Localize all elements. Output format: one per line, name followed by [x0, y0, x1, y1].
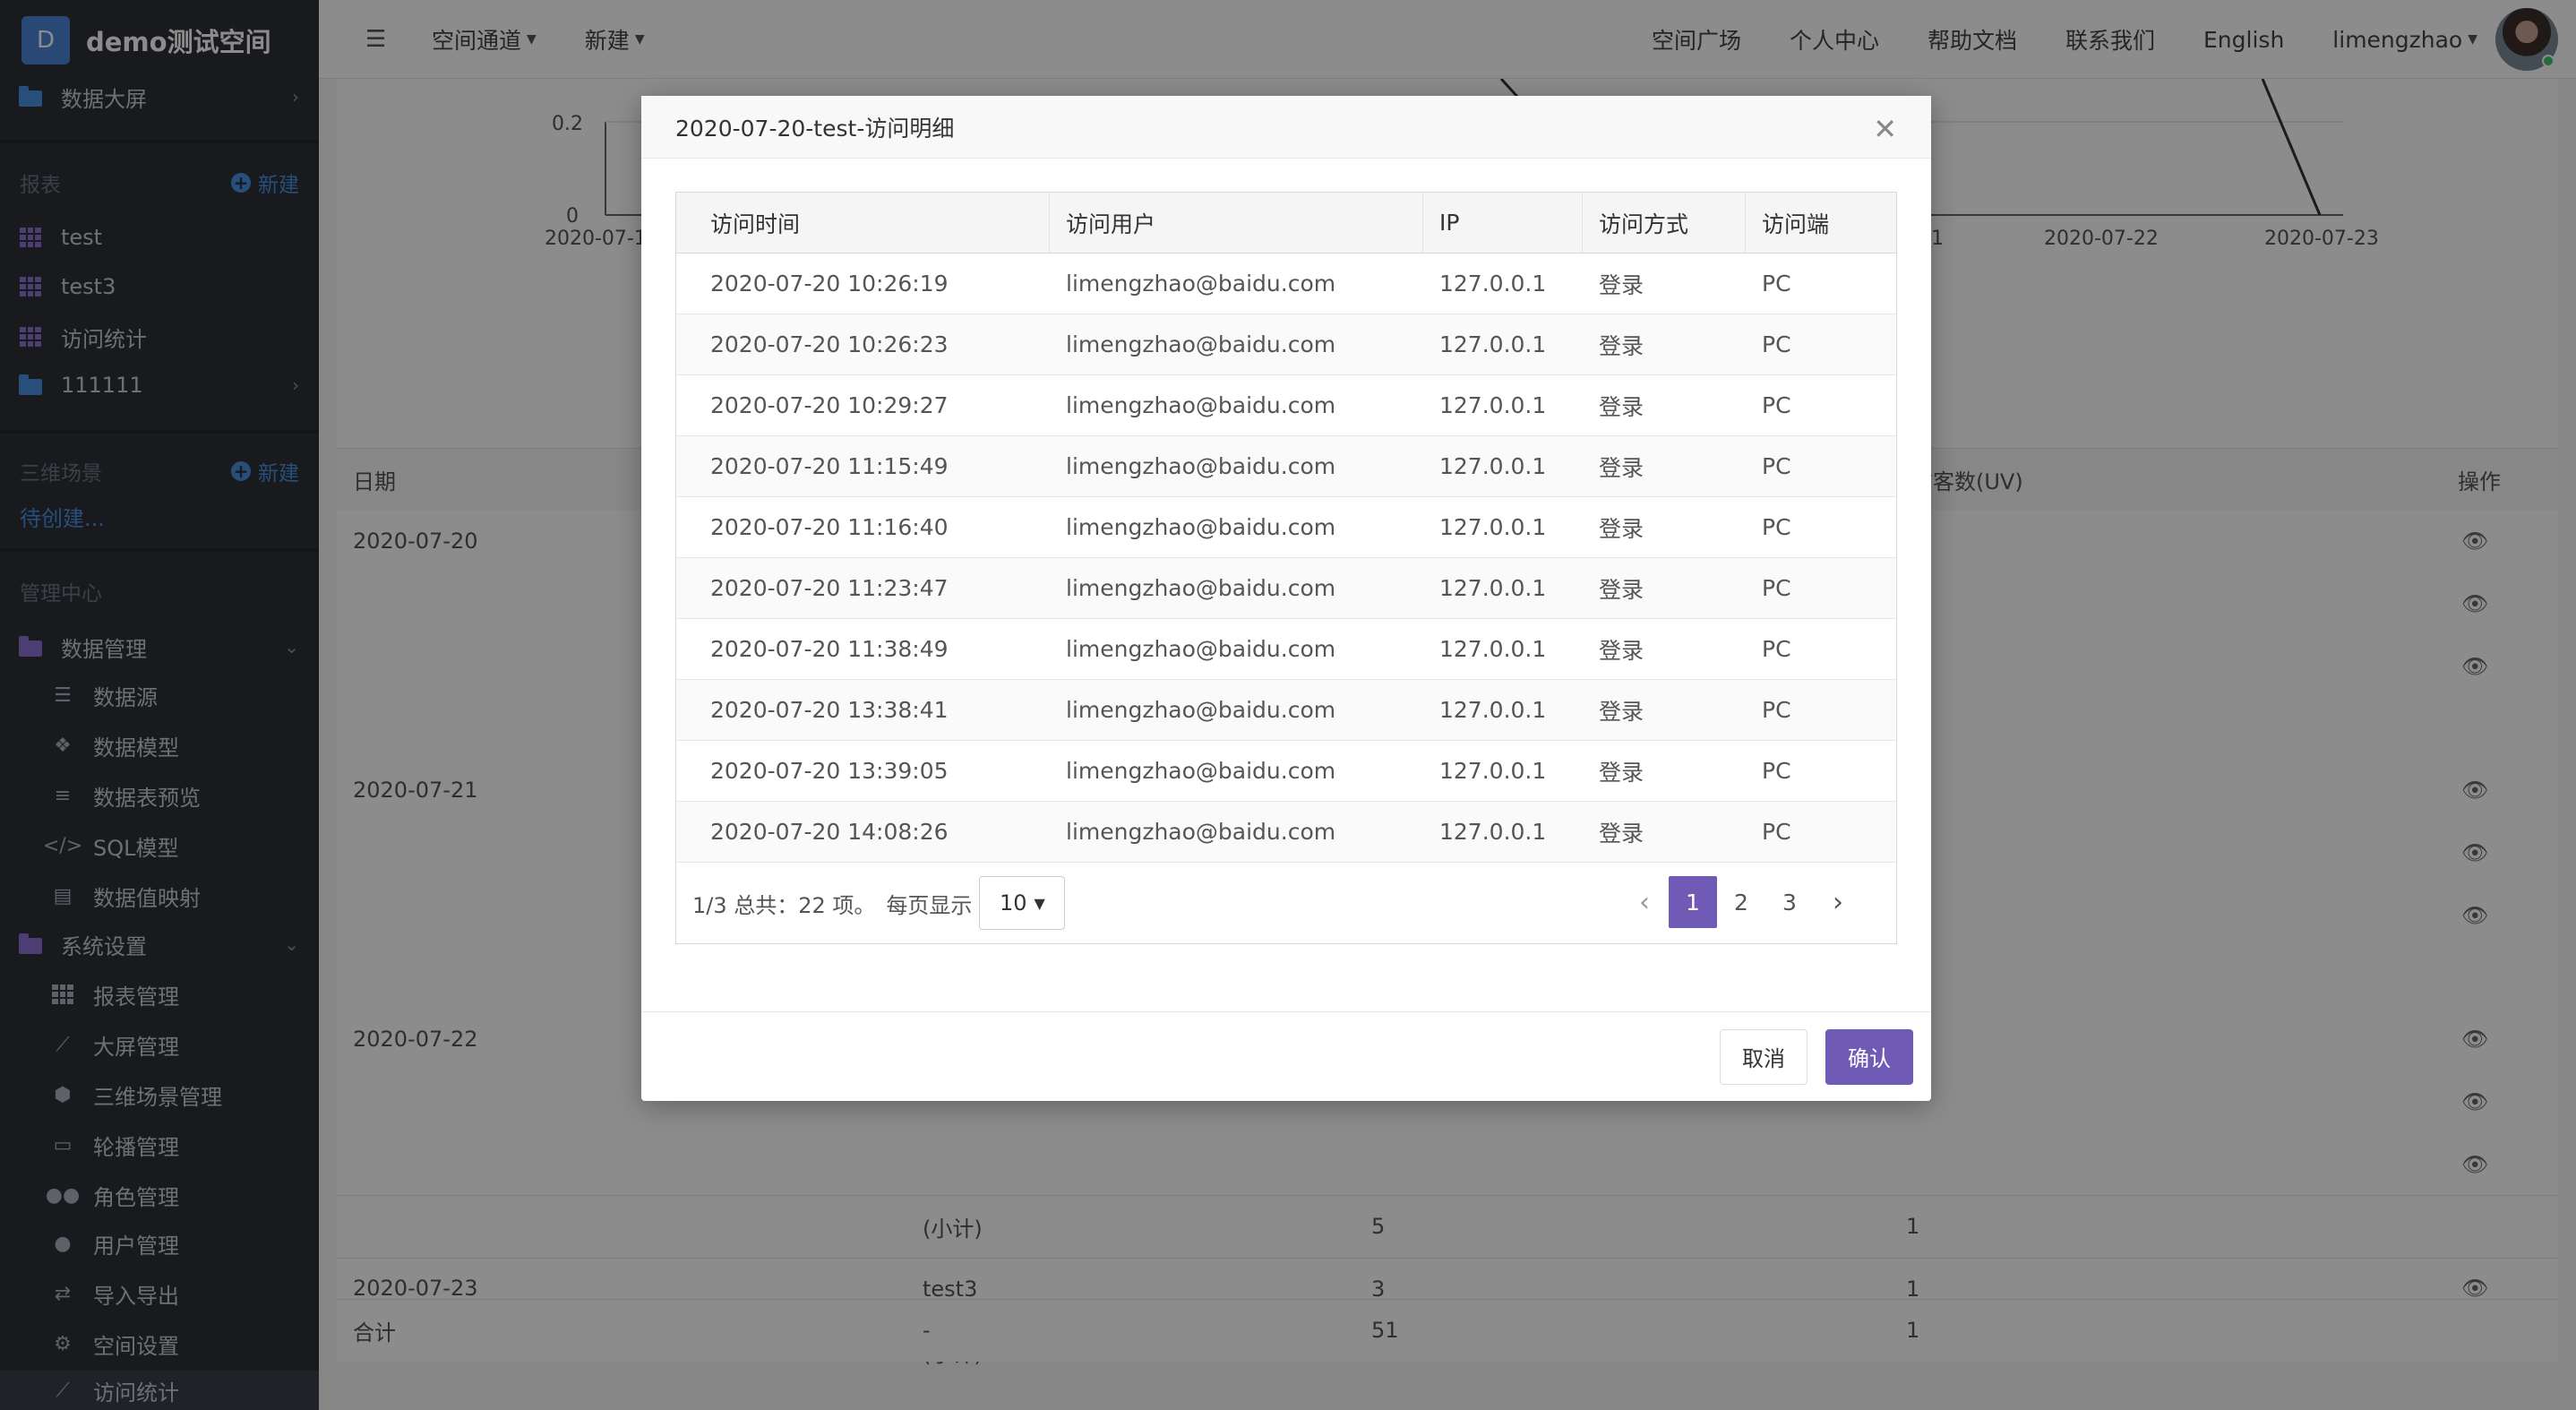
table-header: 访问时间 访问用户 IP 访问方式 访问端 — [676, 193, 1896, 254]
client-cell: PC — [1762, 331, 1791, 357]
table-row: 2020-07-20 10:29:27 limengzhao@baidu.com 1… — [676, 375, 1896, 436]
visit-method-cell: 登录 — [1599, 271, 1644, 298]
ip-cell: 127.0.0.1 — [1439, 514, 1547, 540]
visit-method-cell: 登录 — [1599, 393, 1644, 420]
visit-user-cell: limengzhao@baidu.com — [1066, 392, 1336, 418]
table-body: 2020-07-20 10:26:19 limengzhao@baidu.com 1… — [676, 254, 1896, 863]
modal-header: 2020-07-20-test-访问明细 ✕ — [641, 96, 1931, 159]
ip-cell: 127.0.0.1 — [1439, 331, 1547, 357]
visit-user-cell: limengzhao@baidu.com — [1066, 697, 1336, 723]
table-row: 2020-07-20 13:38:41 limengzhao@baidu.com 1… — [676, 680, 1896, 741]
page-button-3[interactable]: 3 — [1765, 876, 1814, 928]
client-cell: PC — [1762, 819, 1791, 845]
visit-time-cell: 2020-07-20 10:26:23 — [710, 331, 949, 357]
visit-time-cell: 2020-07-20 11:16:40 — [710, 514, 949, 540]
visit-time-cell: 2020-07-20 11:38:49 — [710, 636, 949, 662]
visit-method-cell: 登录 — [1599, 698, 1644, 725]
visit-time-cell: 2020-07-20 11:23:47 — [710, 575, 949, 601]
table-row: 2020-07-20 11:23:47 limengzhao@baidu.com 1… — [676, 558, 1896, 619]
visit-method-cell: 登录 — [1599, 454, 1644, 481]
modal-footer: 取消 确认 — [641, 1011, 1931, 1101]
ip-cell: 127.0.0.1 — [1439, 697, 1547, 723]
next-page-icon[interactable]: › — [1814, 876, 1862, 928]
ip-cell: 127.0.0.1 — [1439, 575, 1547, 601]
prev-page-icon[interactable]: ‹ — [1620, 876, 1669, 928]
table-row: 2020-07-20 11:38:49 limengzhao@baidu.com 1… — [676, 619, 1896, 680]
visit-time-cell: 2020-07-20 14:08:26 — [710, 819, 949, 845]
visit-time-cell: 2020-07-20 10:29:27 — [710, 392, 949, 418]
client-cell: PC — [1762, 514, 1791, 540]
col-header-client[interactable]: 访问端 — [1746, 193, 1896, 253]
visit-method-cell: 登录 — [1599, 332, 1644, 359]
visit-method-cell: 登录 — [1599, 759, 1644, 786]
ip-cell: 127.0.0.1 — [1439, 392, 1547, 418]
client-cell: PC — [1762, 697, 1791, 723]
table-row: 2020-07-20 11:16:40 limengzhao@baidu.com 1… — [676, 497, 1896, 558]
page-size-select[interactable]: 10 ▼ — [979, 876, 1066, 930]
page-size-value: 10 — [999, 890, 1027, 916]
visit-user-cell: limengzhao@baidu.com — [1066, 331, 1336, 357]
visit-user-cell: limengzhao@baidu.com — [1066, 758, 1336, 784]
client-cell: PC — [1762, 575, 1791, 601]
confirm-button[interactable]: 确认 — [1825, 1028, 1913, 1085]
col-header-visit-method[interactable]: 访问方式 — [1583, 193, 1746, 253]
page-button-1[interactable]: 1 — [1669, 876, 1717, 928]
visit-method-cell: 登录 — [1599, 515, 1644, 542]
pagination: 1/3 总共：22 项。 每页显示 10 ▼ ‹ 1 2 3 › — [676, 863, 1896, 943]
per-page-label: 每页显示 — [886, 892, 973, 918]
visit-user-cell: limengzhao@baidu.com — [1066, 271, 1336, 297]
ip-cell: 127.0.0.1 — [1439, 636, 1547, 662]
close-icon[interactable]: ✕ — [1873, 112, 1897, 146]
client-cell: PC — [1762, 758, 1791, 784]
table-row: 2020-07-20 10:26:19 limengzhao@baidu.com 1… — [676, 254, 1896, 314]
ip-cell: 127.0.0.1 — [1439, 271, 1547, 297]
visit-user-cell: limengzhao@baidu.com — [1066, 636, 1336, 662]
table-row: 2020-07-20 11:15:49 limengzhao@baidu.com 1… — [676, 436, 1896, 497]
pager-summary: 1/3 总共：22 项。 — [692, 892, 876, 918]
visit-time-cell: 2020-07-20 13:39:05 — [710, 758, 949, 784]
chevron-down-icon: ▼ — [1034, 894, 1045, 912]
client-cell: PC — [1762, 271, 1791, 297]
visit-user-cell: limengzhao@baidu.com — [1066, 575, 1336, 601]
visit-method-cell: 登录 — [1599, 576, 1644, 603]
visit-time-cell: 2020-07-20 13:38:41 — [710, 697, 949, 723]
col-header-visit-user[interactable]: 访问用户 — [1050, 193, 1423, 253]
visit-time-cell: 2020-07-20 10:26:19 — [710, 271, 949, 297]
table-row: 2020-07-20 14:08:26 limengzhao@baidu.com 1… — [676, 802, 1896, 863]
table-row: 2020-07-20 13:39:05 limengzhao@baidu.com 1… — [676, 741, 1896, 802]
visit-user-cell: limengzhao@baidu.com — [1066, 819, 1336, 845]
visit-method-cell: 登录 — [1599, 820, 1644, 847]
visit-time-cell: 2020-07-20 11:15:49 — [710, 453, 949, 479]
modal-title: 2020-07-20-test-访问明细 — [675, 115, 955, 142]
page-button-2[interactable]: 2 — [1717, 876, 1765, 928]
ip-cell: 127.0.0.1 — [1439, 453, 1547, 479]
ip-cell: 127.0.0.1 — [1439, 819, 1547, 845]
visit-user-cell: limengzhao@baidu.com — [1066, 514, 1336, 540]
col-header-ip[interactable]: IP — [1423, 193, 1583, 253]
table-row: 2020-07-20 10:26:23 limengzhao@baidu.com 1… — [676, 314, 1896, 375]
pager-nav: ‹ 1 2 3 › — [1620, 876, 1862, 928]
visit-detail-table: 访问时间 访问用户 IP 访问方式 访问端 2020-07-20 10:26:1… — [675, 192, 1897, 944]
client-cell: PC — [1762, 392, 1791, 418]
client-cell: PC — [1762, 453, 1791, 479]
app-window: D demo测试空间 数据大屏 › 报表 + 新建 test test3 访问统… — [0, 0, 2576, 1410]
visit-method-cell: 登录 — [1599, 637, 1644, 664]
ip-cell: 127.0.0.1 — [1439, 758, 1547, 784]
col-header-visit-time[interactable]: 访问时间 — [676, 193, 1050, 253]
visit-detail-modal: 2020-07-20-test-访问明细 ✕ 访问时间 访问用户 IP 访问方式… — [641, 96, 1931, 1101]
cancel-button[interactable]: 取消 — [1720, 1028, 1807, 1085]
visit-user-cell: limengzhao@baidu.com — [1066, 453, 1336, 479]
client-cell: PC — [1762, 636, 1791, 662]
